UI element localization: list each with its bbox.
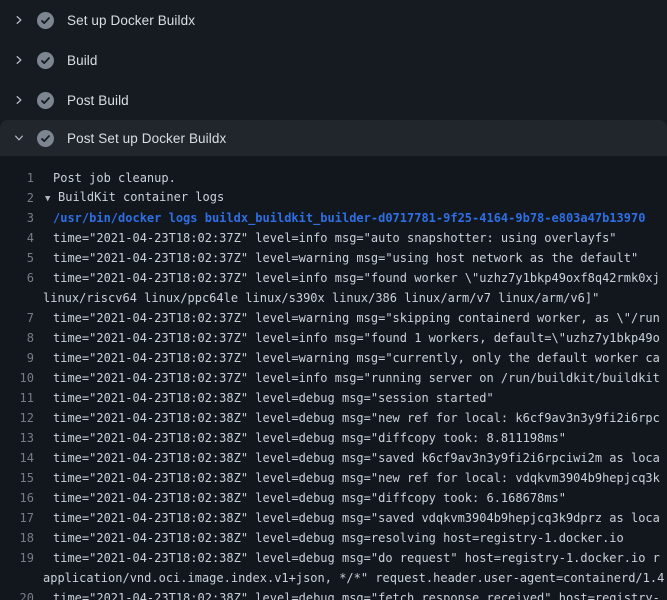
check-circle-icon: [37, 92, 54, 109]
line-number[interactable]: 14: [0, 448, 34, 468]
step-title: Build: [67, 53, 98, 68]
log-line: 15 time="2021-04-23T18:02:38Z" level=debu…: [0, 468, 667, 488]
log-line-wrap: linux/riscv64 linux/ppc64le linux/s390x …: [0, 288, 667, 308]
log-line: 11 time="2021-04-23T18:02:38Z" level=debu…: [0, 388, 667, 408]
log-line: 17 time="2021-04-23T18:02:38Z" level=debu…: [0, 508, 667, 528]
log-line: 6 time="2021-04-23T18:02:37Z" level=info …: [0, 268, 667, 288]
log-text: time="2021-04-23T18:02:37Z" level=warnin…: [53, 248, 638, 268]
step-row-build[interactable]: Build: [0, 40, 667, 80]
job-steps-panel: Set up Docker Buildx Build Post Build Post …: [0, 0, 667, 600]
log-text: time="2021-04-23T18:02:38Z" level=debug …: [53, 528, 624, 548]
log-text: time="2021-04-23T18:02:38Z" level=debug …: [53, 388, 494, 408]
line-number[interactable]: 13: [0, 428, 34, 448]
line-number[interactable]: 7: [0, 308, 34, 328]
log-line: 20 time="2021-04-23T18:02:38Z" level=debu…: [0, 588, 667, 600]
log-line: 10 time="2021-04-23T18:02:37Z" level=info…: [0, 368, 667, 388]
line-number[interactable]: 1: [0, 168, 34, 188]
log-line: 16 time="2021-04-23T18:02:38Z" level=debu…: [0, 488, 667, 508]
log-text: time="2021-04-23T18:02:37Z" level=warnin…: [53, 308, 660, 328]
check-circle-icon: [37, 130, 54, 147]
log-line: 7 time="2021-04-23T18:02:37Z" level=warni…: [0, 308, 667, 328]
check-circle-icon: [37, 12, 54, 29]
check-circle-icon: [37, 52, 54, 69]
log-text: application/vnd.oci.image.index.v1+json,…: [43, 568, 664, 588]
log-line: 18 time="2021-04-23T18:02:38Z" level=debu…: [0, 528, 667, 548]
log-line: 2 ▼BuildKit container logs: [0, 188, 667, 208]
line-number[interactable]: 10: [0, 368, 34, 388]
log-text: time="2021-04-23T18:02:37Z" level=info m…: [53, 328, 660, 348]
chevron-right-icon: [13, 54, 25, 66]
step-row-set-up-docker-buildx[interactable]: Set up Docker Buildx: [0, 0, 667, 40]
step-row-post-set-up-docker-buildx[interactable]: Post Set up Docker Buildx: [0, 120, 667, 156]
line-number[interactable]: 12: [0, 408, 34, 428]
line-number[interactable]: 9: [0, 348, 34, 368]
chevron-down-icon: [13, 132, 25, 144]
log-text: ▼BuildKit container logs: [45, 187, 224, 209]
log-line: 4 time="2021-04-23T18:02:37Z" level=info …: [0, 228, 667, 248]
steps-list: Set up Docker Buildx Build Post Build Post …: [0, 0, 667, 156]
line-number[interactable]: 4: [0, 228, 34, 248]
chevron-right-icon: [13, 94, 25, 106]
log-line: 5 time="2021-04-23T18:02:37Z" level=warni…: [0, 248, 667, 268]
log-text: linux/riscv64 linux/ppc64le linux/s390x …: [43, 288, 599, 308]
step-row-post-build[interactable]: Post Build: [0, 80, 667, 120]
step-title: Post Build: [67, 93, 129, 108]
log-text: time="2021-04-23T18:02:38Z" level=debug …: [53, 468, 660, 488]
log-text: time="2021-04-23T18:02:37Z" level=info m…: [53, 368, 660, 388]
line-number[interactable]: 11: [0, 388, 34, 408]
line-number[interactable]: 3: [0, 208, 34, 228]
log-group-label[interactable]: BuildKit container logs: [58, 190, 224, 204]
log-line: 19 time="2021-04-23T18:02:38Z" level=debu…: [0, 548, 667, 568]
log-text: time="2021-04-23T18:02:38Z" level=debug …: [53, 588, 660, 600]
log-text: time="2021-04-23T18:02:37Z" level=warnin…: [53, 348, 660, 368]
log-line: 9 time="2021-04-23T18:02:37Z" level=warni…: [0, 348, 667, 368]
line-number[interactable]: 18: [0, 528, 34, 548]
log-line-wrap: application/vnd.oci.image.index.v1+json,…: [0, 568, 667, 588]
line-number[interactable]: 2: [0, 188, 34, 208]
log-text: time="2021-04-23T18:02:37Z" level=info m…: [53, 268, 660, 288]
log-text: Post job cleanup.: [53, 168, 176, 188]
step-title: Post Set up Docker Buildx: [67, 131, 226, 146]
log-text: time="2021-04-23T18:02:38Z" level=debug …: [53, 428, 566, 448]
line-number[interactable]: 20: [0, 588, 34, 600]
line-number[interactable]: 16: [0, 488, 34, 508]
log-line: 1 Post job cleanup.: [0, 168, 667, 188]
log-text: time="2021-04-23T18:02:38Z" level=debug …: [53, 448, 660, 468]
log-text: time="2021-04-23T18:02:37Z" level=info m…: [53, 228, 617, 248]
group-collapse-triangle-icon[interactable]: ▼: [45, 189, 58, 209]
line-number[interactable]: 17: [0, 508, 34, 528]
step-log-area: 1 Post job cleanup. 2 ▼BuildKit container l…: [0, 156, 667, 600]
step-title: Set up Docker Buildx: [67, 13, 195, 28]
line-number[interactable]: 8: [0, 328, 34, 348]
line-number[interactable]: 5: [0, 248, 34, 268]
log-text: time="2021-04-23T18:02:38Z" level=debug …: [53, 408, 660, 428]
log-text: time="2021-04-23T18:02:38Z" level=debug …: [53, 548, 660, 568]
log-line: 12 time="2021-04-23T18:02:38Z" level=debu…: [0, 408, 667, 428]
log-line: 3/usr/bin/docker logs buildx_buildkit_bu…: [0, 208, 667, 228]
log-line: 14 time="2021-04-23T18:02:38Z" level=debu…: [0, 448, 667, 468]
chevron-right-icon: [13, 14, 25, 26]
log-line: 13 time="2021-04-23T18:02:38Z" level=debu…: [0, 428, 667, 448]
log-command-text: /usr/bin/docker logs buildx_buildkit_bui…: [53, 208, 645, 228]
line-number[interactable]: 15: [0, 468, 34, 488]
log-text: time="2021-04-23T18:02:38Z" level=debug …: [53, 488, 566, 508]
log-text: time="2021-04-23T18:02:38Z" level=debug …: [53, 508, 660, 528]
line-number[interactable]: 6: [0, 268, 34, 288]
log-line: 8 time="2021-04-23T18:02:37Z" level=info …: [0, 328, 667, 348]
line-number[interactable]: 19: [0, 548, 34, 568]
